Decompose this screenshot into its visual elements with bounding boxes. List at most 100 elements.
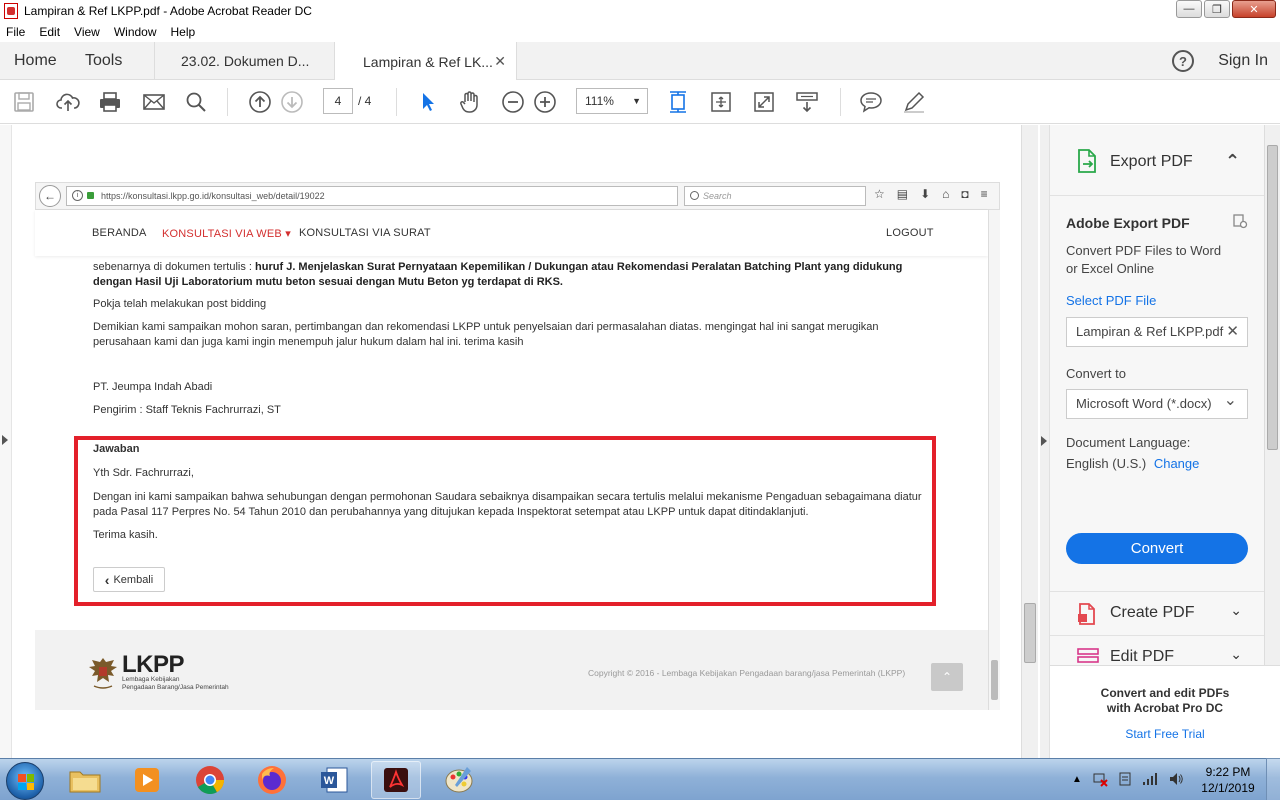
document-scrollbar[interactable] bbox=[1021, 125, 1038, 758]
promo-line: with Acrobat Pro DC bbox=[1106, 701, 1224, 715]
export-pdf-title[interactable]: Export PDF bbox=[1110, 153, 1193, 171]
lock-icon bbox=[87, 192, 94, 199]
selected-file-name: Lampiran & Ref LKPP.pdf bbox=[1076, 324, 1224, 339]
zoom-select[interactable]: 111% ▼ bbox=[576, 88, 648, 114]
close-tab-icon[interactable]: ✕ bbox=[494, 53, 506, 70]
change-language-link[interactable]: Change bbox=[1154, 456, 1200, 471]
chevron-down-icon: ⌄ bbox=[1230, 646, 1242, 662]
select-pdf-file-label[interactable]: Select PDF File bbox=[1066, 292, 1156, 310]
close-window-button[interactable]: ✕ bbox=[1232, 0, 1276, 18]
chevron-up-icon[interactable]: ⌃ bbox=[1225, 152, 1240, 170]
help-icon[interactable]: ? bbox=[1172, 50, 1194, 72]
answer-highlight-box bbox=[74, 436, 936, 606]
answer-thanks: Terima kasih. bbox=[93, 529, 158, 541]
create-pdf-icon bbox=[1078, 603, 1095, 625]
right-pane-scrollbar[interactable] bbox=[1264, 125, 1280, 665]
convert-to-dropdown[interactable]: Microsoft Word (*.docx) ⌄ bbox=[1066, 389, 1248, 419]
chrome-taskbar-button[interactable] bbox=[185, 761, 235, 799]
menu-view[interactable]: View bbox=[74, 25, 100, 39]
svg-text:W: W bbox=[324, 775, 335, 787]
firefox-taskbar-button[interactable] bbox=[247, 761, 297, 799]
folder-icon bbox=[69, 771, 101, 793]
convert-to-label: Convert to bbox=[1066, 366, 1126, 381]
menu-help[interactable]: Help bbox=[171, 25, 196, 39]
sign-in-link[interactable]: Sign In bbox=[1218, 42, 1268, 80]
fit-page-icon[interactable] bbox=[666, 90, 690, 114]
message-paragraph: Demikian kami sampaikan mohon saran, per… bbox=[93, 321, 879, 348]
sender-line: Pengirim : Staff Teknis Fachrurrazi, ST bbox=[93, 404, 281, 416]
tab-lampiran[interactable]: Lampiran & Ref LK... ✕ bbox=[334, 42, 516, 81]
convert-to-value: Microsoft Word (*.docx) bbox=[1076, 396, 1212, 411]
next-page-icon[interactable] bbox=[280, 90, 304, 114]
signal-strength-icon[interactable] bbox=[1142, 772, 1158, 786]
right-pane-toggle[interactable] bbox=[1040, 125, 1050, 758]
comment-icon[interactable] bbox=[859, 90, 883, 114]
menu-file[interactable]: File bbox=[6, 25, 25, 39]
media-player-taskbar-button[interactable] bbox=[122, 761, 172, 799]
browser-search-bar: Search bbox=[684, 186, 866, 206]
clear-icon[interactable]: ✕ bbox=[1226, 318, 1239, 346]
right-pane-scroll-thumb[interactable] bbox=[1267, 145, 1278, 450]
network-warning-icon[interactable] bbox=[1092, 771, 1108, 787]
page-total: / 4 bbox=[358, 94, 372, 108]
page-number-input[interactable]: 4 bbox=[323, 88, 353, 114]
window-title: Lampiran & Ref LKPP.pdf - Adobe Acrobat … bbox=[24, 4, 312, 18]
email-icon[interactable] bbox=[142, 90, 166, 114]
convert-button[interactable]: Convert bbox=[1066, 533, 1248, 564]
acrobat-icon bbox=[384, 768, 408, 792]
toolbar-divider bbox=[396, 88, 397, 116]
lkpp-logo: LKPP bbox=[122, 651, 185, 678]
minimize-button[interactable]: — bbox=[1176, 0, 1202, 18]
cloud-upload-icon[interactable] bbox=[56, 90, 80, 114]
edit-pdf-item[interactable]: Edit PDF ⌄ bbox=[1050, 635, 1264, 665]
left-pane-toggle[interactable] bbox=[0, 125, 12, 758]
word-taskbar-button[interactable]: W bbox=[309, 761, 359, 799]
paint-taskbar-button[interactable] bbox=[434, 761, 484, 799]
zoom-in-icon[interactable] bbox=[533, 90, 557, 114]
hand-tool-icon[interactable] bbox=[458, 90, 482, 114]
menu-window[interactable]: Window bbox=[114, 25, 157, 39]
full-screen-icon[interactable] bbox=[752, 90, 776, 114]
save-icon[interactable] bbox=[12, 90, 36, 114]
tab-document-d[interactable]: 23.02. Dokumen D... bbox=[154, 42, 334, 80]
search-icon[interactable] bbox=[184, 90, 208, 114]
answer-title: Jawaban bbox=[93, 443, 140, 455]
nav-konsultasi-via-web: KONSULTASI VIA WEB ▾ bbox=[162, 228, 291, 240]
file-explorer-taskbar-button[interactable] bbox=[60, 761, 110, 799]
document-settings-icon[interactable] bbox=[1232, 213, 1248, 229]
action-center-icon[interactable] bbox=[1118, 771, 1132, 787]
zoom-out-icon[interactable] bbox=[501, 90, 525, 114]
scroll-mode-icon[interactable] bbox=[795, 90, 819, 114]
adobe-export-heading: Adobe Export PDF bbox=[1066, 215, 1190, 231]
document-scroll-thumb[interactable] bbox=[1024, 603, 1036, 663]
create-pdf-item[interactable]: Create PDF ⌄ bbox=[1050, 591, 1264, 635]
taskbar-clock[interactable]: 9:22 PM 12/1/2019 bbox=[1196, 764, 1260, 796]
show-desktop-button[interactable] bbox=[1266, 758, 1280, 800]
lkpp-subtitle-line: Lembaga Kebijakan bbox=[122, 676, 180, 683]
volume-icon[interactable] bbox=[1168, 771, 1184, 787]
restore-button[interactable]: ❐ bbox=[1204, 0, 1230, 18]
print-icon[interactable] bbox=[98, 90, 122, 114]
home-icon: ⌂ bbox=[942, 187, 950, 201]
home-nav[interactable]: Home bbox=[14, 42, 57, 80]
bookmark-star-icon: ☆ bbox=[874, 187, 885, 201]
pen-icon[interactable] bbox=[902, 90, 926, 114]
pocket-icon: ◘ bbox=[961, 187, 969, 201]
menu-edit[interactable]: Edit bbox=[39, 25, 60, 39]
clock-date: 12/1/2019 bbox=[1201, 781, 1255, 795]
tools-nav[interactable]: Tools bbox=[85, 42, 122, 80]
start-free-trial-link[interactable]: Start Free Trial bbox=[1050, 727, 1280, 741]
select-cursor-icon[interactable] bbox=[416, 90, 440, 114]
download-icon: ⬇ bbox=[920, 187, 931, 201]
tab-label: 23.02. Dokumen D... bbox=[181, 53, 310, 69]
acrobat-taskbar-button[interactable] bbox=[371, 761, 421, 799]
lkpp-subtitle-line: Pengadaan Barang/Jasa Pemerintah bbox=[122, 684, 229, 691]
clock-time: 9:22 PM bbox=[1205, 765, 1251, 779]
export-description-line2: or Excel Online bbox=[1066, 261, 1155, 276]
selected-pdf-file-field[interactable]: Lampiran & Ref LKPP.pdf ✕ bbox=[1066, 317, 1248, 347]
show-hidden-icons-icon[interactable]: ▲ bbox=[1072, 774, 1082, 785]
previous-page-icon[interactable] bbox=[248, 90, 272, 114]
rotate-view-icon[interactable] bbox=[709, 90, 733, 114]
promo-panel: Convert and edit PDFs with Acrobat Pro D… bbox=[1050, 665, 1280, 758]
start-button[interactable] bbox=[6, 762, 44, 800]
